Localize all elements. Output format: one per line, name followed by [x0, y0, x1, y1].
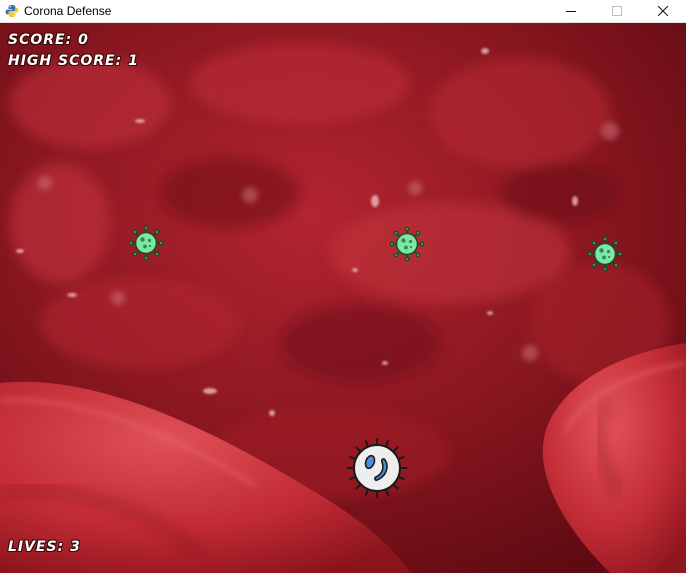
python-snake-icon	[5, 5, 19, 17]
close-button[interactable]	[640, 0, 686, 23]
virus-icon	[128, 225, 164, 261]
window-title: Corona Defense	[24, 4, 112, 18]
virus-icon	[389, 226, 425, 262]
title-bar[interactable]: Corona Defense	[0, 0, 686, 23]
game-window: Corona Defense SCORE: 0 HIGH SCORE: 1 LI…	[0, 0, 686, 573]
virus-icon	[587, 236, 623, 272]
minimize-button[interactable]	[548, 0, 594, 23]
maximize-button[interactable]	[594, 0, 640, 23]
score-label: SCORE: 0	[8, 32, 89, 48]
minimize-icon	[566, 11, 576, 12]
close-icon	[658, 6, 668, 16]
maximize-icon	[612, 6, 622, 16]
white-blood-cell-icon[interactable]	[343, 434, 411, 502]
lives-label: LIVES: 3	[8, 539, 81, 555]
game-canvas[interactable]: SCORE: 0 HIGH SCORE: 1 LIVES: 3	[0, 23, 686, 573]
high-score-label: HIGH SCORE: 1	[8, 53, 139, 69]
